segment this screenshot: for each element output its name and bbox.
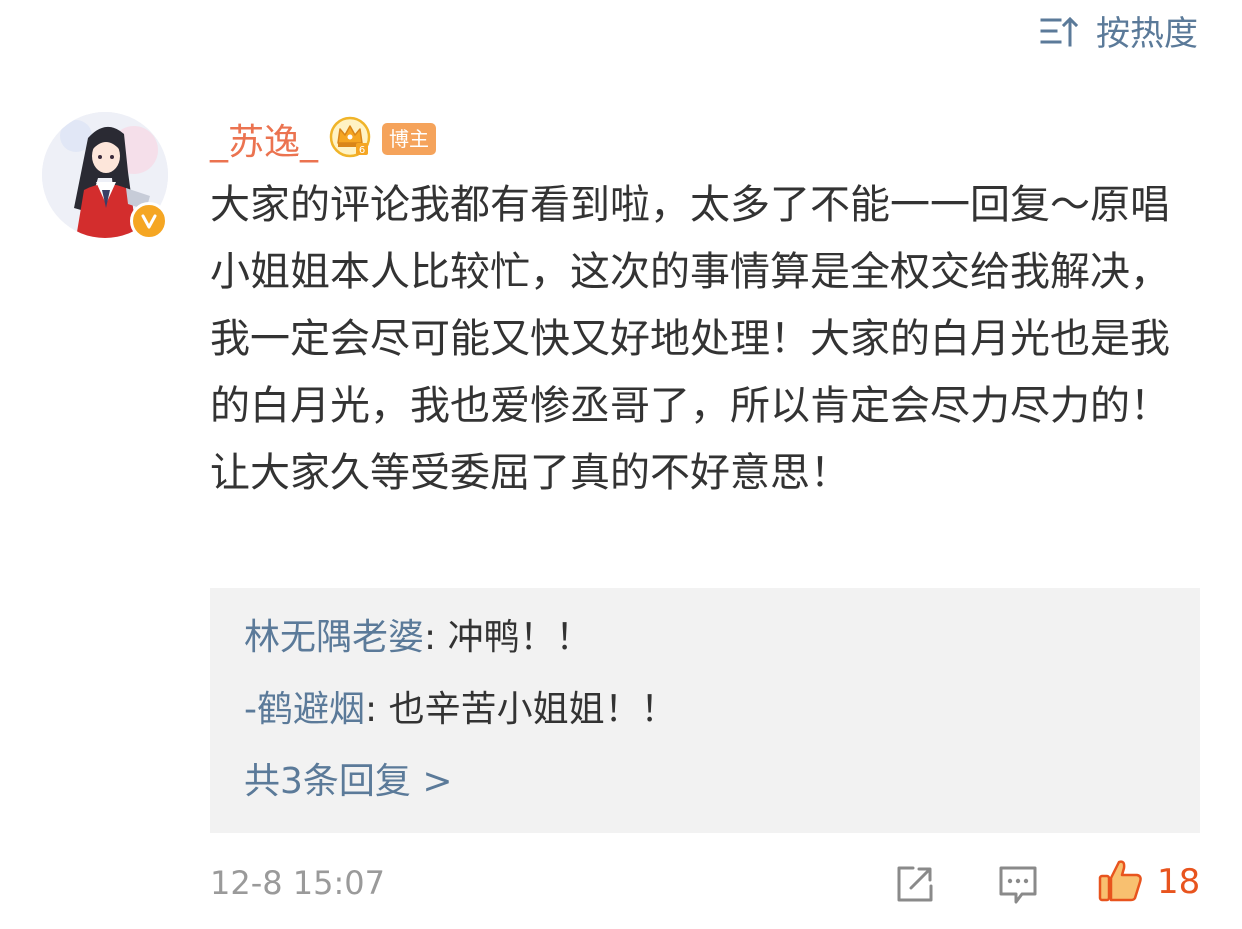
comment-header: _苏逸_ 6 博主 [210,113,437,165]
crown-vip-icon[interactable]: 6 [328,115,372,163]
reply-item[interactable]: -鹤避烟: 也辛苦小姐姐！！ [244,680,677,732]
sort-icon [1040,14,1080,48]
thumbs-up-icon [1097,856,1145,908]
share-forward-icon [893,862,937,906]
svg-text:6: 6 [359,145,365,156]
comment-reply-icon [996,862,1040,906]
comment-text: 大家的评论我都有看到啦，太多了不能一一回复～原唱小姐姐本人比较忙，这次的事情算是… [210,182,1170,496]
comment-reply-button[interactable] [996,862,1040,906]
reply-text: : 也辛苦小姐姐！！ [365,689,677,730]
sort-label: 按热度 [1096,14,1198,54]
reply-text: : 冲鸭！！ [424,617,592,658]
like-button[interactable]: 18 [1097,856,1200,908]
sort-by-hot-button[interactable]: 按热度 [1040,6,1198,55]
reply-item[interactable]: 林无隅老婆: 冲鸭！！ [244,608,592,660]
like-count: 18 [1157,862,1201,902]
view-all-replies-link[interactable]: 共3条回复 > [244,752,453,804]
verified-v-icon [130,202,168,240]
share-forward-button[interactable] [893,862,937,906]
reply-username[interactable]: 林无隅老婆 [244,617,424,658]
username[interactable]: _苏逸_ [210,113,318,165]
reply-username[interactable]: -鹤避烟 [244,689,365,730]
replies-box[interactable]: 林无隅老婆: 冲鸭！！ -鹤避烟: 也辛苦小姐姐！！ 共3条回复 > [210,588,1200,833]
comment-timestamp: 12-8 15:07 [210,864,386,902]
comment-page: 按热度 _苏逸_ 6 博主 大家的评论我都有看到啦，太多了不能一一回复～原唱小姐… [0,0,1242,929]
blogger-badge: 博主 [382,123,437,155]
